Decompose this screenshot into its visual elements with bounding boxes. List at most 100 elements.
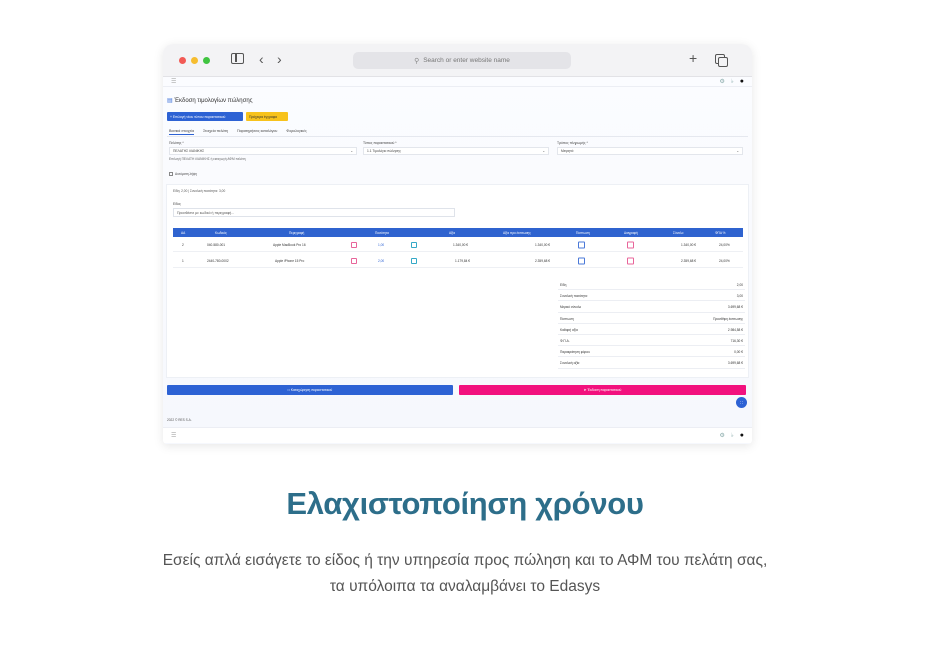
customer-select[interactable]: ΠΕΛΑΤΗΣ ΛΙΑΝΙΚΗΣ ⌄ xyxy=(169,147,357,155)
summary-row: Καθαρή αξία 2.984,58 € xyxy=(558,324,745,335)
summary-key: Συνολική αξία xyxy=(560,361,580,366)
discount-icon[interactable] xyxy=(578,257,585,264)
settings-icon[interactable]: ⚙ xyxy=(720,432,725,439)
row-desc: Apple iPhone 15 Pro xyxy=(275,258,305,263)
discount-icon[interactable] xyxy=(578,241,585,248)
summary-key: Έκπτωση xyxy=(560,316,574,321)
delete-icon[interactable] xyxy=(627,257,634,264)
drafts-button[interactable]: Πρόχειρα έγγραφα xyxy=(246,112,288,121)
summary-value: 3.699,68 € xyxy=(727,305,743,310)
table-row: 1 2440-780-0002 Apple iPhone 15 Pro 2,00… xyxy=(173,254,743,268)
row-code: 040-580-001 xyxy=(207,242,226,247)
maximize-window-button[interactable] xyxy=(203,57,210,64)
address-bar[interactable]: ⚲ Search or enter website name xyxy=(353,52,571,69)
address-bar-placeholder: Search or enter website name xyxy=(423,57,510,64)
row-vat: 24,00% xyxy=(719,242,730,247)
chevron-down-icon: ⌄ xyxy=(350,149,353,153)
decrease-quantity-button[interactable] xyxy=(351,257,357,264)
row-aa: 1 xyxy=(182,258,184,263)
plus-icon[interactable]: + xyxy=(689,51,697,65)
row-pre-discount: 1.340,00 € xyxy=(535,242,551,247)
close-window-button[interactable] xyxy=(179,57,186,64)
form-tabs: Βασικά στοιχεία Στοιχεία πελάτη Παρατηρή… xyxy=(169,129,307,135)
doc-type-label: Τύπος παραστατικού * xyxy=(363,141,397,145)
tab-basic[interactable]: Βασικά στοιχεία xyxy=(169,129,195,135)
increase-quantity-button[interactable] xyxy=(411,257,417,264)
browser-window: ‹ › ⚲ Search or enter website name + ☰ ⚙… xyxy=(163,44,752,444)
row-desc: Apple MacBook Pro 16 xyxy=(273,242,306,247)
tabs-icon[interactable] xyxy=(715,54,728,67)
summary-row: Μερικό σύνολο 3.699,68 € xyxy=(558,301,745,313)
bell-icon[interactable]: ♭ xyxy=(731,432,734,439)
issue-document-label: Έκδοση παραστατικού xyxy=(587,388,622,392)
increase-quantity-button[interactable] xyxy=(411,241,417,248)
summary-key: Καθαρή αξία xyxy=(560,327,578,332)
summary-key: Συνολική ποσότητα xyxy=(560,294,588,299)
col-delete: Διαγραφή xyxy=(624,230,638,235)
back-icon[interactable]: ‹ xyxy=(259,52,264,66)
menu-icon[interactable]: ☰ xyxy=(171,78,176,85)
item-search-placeholder: Προσθέστε με κωδικό ή περιγραφή... xyxy=(177,210,235,215)
items-table-header: ΑΑ Κωδικός Περιγραφή Ποσότητα Αξία Αξία … xyxy=(173,228,743,237)
tab-tax[interactable]: Φορολογικές xyxy=(286,129,306,135)
user-icon[interactable]: ● xyxy=(740,78,744,85)
bell-icon[interactable]: ♭ xyxy=(731,78,734,85)
payment-value: Μετρητά xyxy=(561,149,574,153)
items-card: Είδη: 2,00 | Συνολική ποσότητα: 3,00 Είδ… xyxy=(166,184,749,378)
summary-key: Φ.Π.Α. xyxy=(560,338,570,343)
payment-select[interactable]: Μετρητά ⌄ xyxy=(557,147,743,155)
summary-row: Είδη 2,00 xyxy=(558,279,745,291)
col-qty: Ποσότητα xyxy=(375,230,389,235)
col-desc: Περιγραφή xyxy=(289,230,305,235)
chevron-down-icon: ⌄ xyxy=(736,149,739,153)
item-search-input[interactable]: Προσθέστε με κωδικό ή περιγραφή... xyxy=(173,208,455,217)
table-row: 2 040-580-001 Apple MacBook Pro 16 1,00 … xyxy=(173,238,743,252)
row-qty[interactable]: 1,00 xyxy=(378,243,384,247)
doc-type-value: 1.1 Τιμολόγιο πώλησης xyxy=(367,149,401,153)
menu-icon[interactable]: ☰ xyxy=(171,432,176,439)
summary-panel: Είδη 2,00 Συνολική ποσότητα 3,00 Μερικό σύ… xyxy=(558,279,745,369)
forward-icon[interactable]: › xyxy=(277,52,282,66)
stage: ‹ › ⚲ Search or enter website name + ☰ ⚙… xyxy=(0,0,930,661)
sidebar-icon[interactable] xyxy=(231,53,244,64)
auto-fetch-checkbox[interactable]: Αυτόματη λήψη xyxy=(169,172,197,176)
settings-icon[interactable]: ⚙ xyxy=(720,78,725,85)
apps-grid-button[interactable]: ∷ xyxy=(736,397,747,408)
save-document-button[interactable]: □ Καταχώρηση παραστατικού xyxy=(167,385,453,395)
new-document-type-button[interactable]: + Επιλογή νέου τύπου παραστατικού xyxy=(167,112,243,121)
delete-icon[interactable] xyxy=(627,241,634,248)
row-value: 1.340,00 € xyxy=(453,242,469,247)
customer-hint: Επιλογή ΠΕΛΑΤΗ ΛΙΑΝΙΚΗΣ ή εισαγωγή ΑΦΜ π… xyxy=(169,157,246,161)
row-pre-discount: 2.359,68 € xyxy=(535,258,551,263)
minimize-window-button[interactable] xyxy=(191,57,198,64)
tab-customer[interactable]: Στοιχεία πελάτη xyxy=(203,129,228,135)
add-discount-link[interactable]: Προσθήκη έκπτωσης xyxy=(713,317,743,321)
summary-row: Συνολική αξία 3.699,68 € xyxy=(558,357,745,369)
row-total: 2.359,68 € xyxy=(681,258,697,263)
row-code: 2440-780-0002 xyxy=(207,258,229,263)
col-code: Κωδικός xyxy=(215,230,227,235)
checkbox-box[interactable] xyxy=(169,172,173,176)
list-icon: ▤ xyxy=(167,98,173,104)
doc-type-select[interactable]: 1.1 Τιμολόγιο πώλησης ⌄ xyxy=(363,147,549,155)
summary-value: 2.984,58 € xyxy=(727,327,743,332)
search-icon: ⚲ xyxy=(414,57,420,65)
summary-key: Είδη xyxy=(560,283,567,287)
row-aa: 2 xyxy=(182,242,184,247)
app-bottom-bar: ☰ ⚙ ♭ ● xyxy=(163,427,752,443)
app-content: ☰ ⚙ ♭ ● ▤ Έκδοση τιμολογίων πώλησης + Επ… xyxy=(163,77,752,444)
row-qty[interactable]: 2,00 xyxy=(378,259,384,263)
issue-document-button[interactable]: ➤ Έκδοση παραστατικού xyxy=(459,385,746,395)
tab-notes[interactable]: Παρατηρήσεις καταλόγου xyxy=(237,129,277,135)
col-value: Αξία xyxy=(449,230,456,235)
payment-label: Τρόπος πληρωμής * xyxy=(557,141,588,145)
decrease-quantity-button[interactable] xyxy=(351,241,357,248)
chevron-down-icon: ⌄ xyxy=(542,149,545,153)
user-icon[interactable]: ● xyxy=(740,432,744,439)
summary-row: Φ.Π.Α. 716,30 € xyxy=(558,335,745,347)
summary-value: 2,00 xyxy=(736,283,743,287)
col-total: Σύνολο xyxy=(673,230,684,235)
summary-value: 3,00 xyxy=(736,294,743,299)
summary-value: 0,00 € xyxy=(734,350,743,355)
summary-row: Συνολική ποσότητα 3,00 xyxy=(558,290,745,302)
